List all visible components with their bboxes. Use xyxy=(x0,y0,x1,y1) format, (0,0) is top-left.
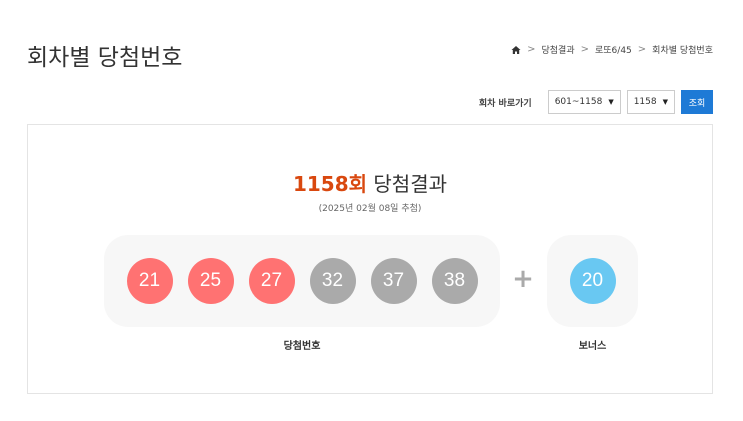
home-icon[interactable] xyxy=(511,45,521,55)
breadcrumb-item-lotto645[interactable]: 로또6/45 xyxy=(595,43,632,56)
bonus-caption: 보너스 xyxy=(578,341,607,352)
search-button[interactable]: 조회 xyxy=(681,90,713,114)
round-jump-label: 회차 바로가기 xyxy=(478,98,532,109)
chevron-right-icon: > xyxy=(527,44,536,55)
round-value: 1158 xyxy=(633,97,657,107)
lotto-ball: 32 xyxy=(309,258,356,304)
chevron-right-icon: > xyxy=(637,44,647,55)
bonus-ball: 20 xyxy=(569,258,616,304)
round-number: 1158회 xyxy=(292,172,368,196)
result-title: 1158회 당첨결과 xyxy=(28,168,712,197)
lotto-ball: 37 xyxy=(370,258,417,304)
draw-date: (2025년 02월 08일 추첨) xyxy=(318,204,422,214)
lotto-ball: 27 xyxy=(248,258,295,304)
breadcrumb-item-current: 회차별 당첨번호 xyxy=(652,46,713,56)
breadcrumb: > 당첨결과 > 로또6/45 > 회차별 당첨번호 xyxy=(511,43,713,56)
round-range-select[interactable]: 601~1158 ▼ xyxy=(547,90,621,114)
lotto-ball: 38 xyxy=(431,258,478,304)
winning-numbers-caption: 당첨번호 xyxy=(283,341,321,352)
round-navigation: 회차 바로가기 601~1158 ▼ 1158 ▼ 조회 xyxy=(479,90,713,114)
breadcrumb-item-results[interactable]: 당첨결과 xyxy=(541,43,574,56)
lotto-ball: 21 xyxy=(126,258,173,304)
page-title: 회차별 당첨번호 xyxy=(27,45,183,71)
result-title-suffix: 당첨결과 xyxy=(373,172,448,196)
lotto-ball: 25 xyxy=(187,258,234,304)
result-panel: 1158회 당첨결과 (2025년 02월 08일 추첨) 21 25 27 3… xyxy=(27,124,713,394)
winning-numbers: 21 25 27 32 37 38 xyxy=(104,235,500,327)
caret-down-icon: ▼ xyxy=(662,98,668,106)
caret-down-icon: ▼ xyxy=(608,98,614,106)
round-select[interactable]: 1158 ▼ xyxy=(626,90,675,114)
bonus-number: 20 xyxy=(547,235,638,327)
chevron-right-icon: > xyxy=(580,44,589,55)
plus-icon: + xyxy=(512,264,534,294)
round-range-value: 601~1158 xyxy=(554,97,603,107)
